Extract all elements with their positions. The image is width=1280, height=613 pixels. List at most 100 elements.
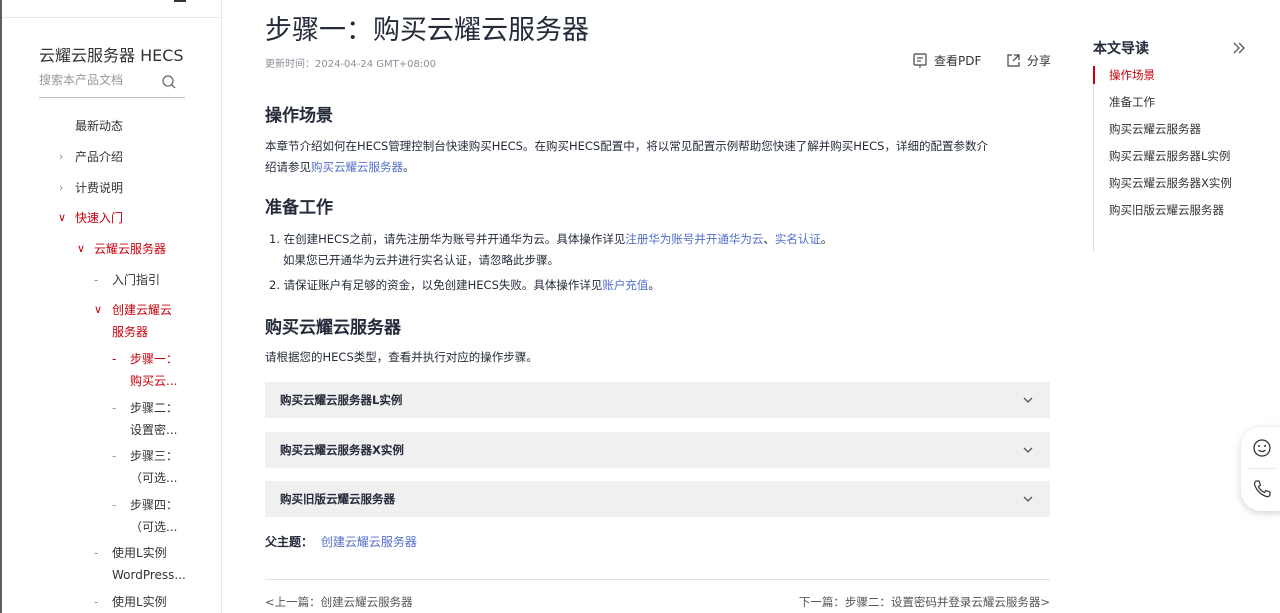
sidebar-item-label: 使用L实例 [112, 595, 167, 609]
sidebar-item-label: 步骤一： [130, 352, 179, 366]
sidebar-item-label: 入门指引 [112, 273, 161, 287]
dash-marker: - [94, 273, 99, 287]
link-real-name[interactable]: 实名认证 [775, 232, 821, 246]
next-article-link[interactable]: 下一篇：步骤二：设置密码并登录云耀云服务器> [799, 594, 1050, 610]
sidebar-item-label: 步骤三： [130, 449, 179, 463]
toc-item-buy[interactable]: 购买云耀云服务器 [1109, 121, 1201, 137]
toc-active-indicator [1093, 66, 1095, 84]
accordion-x-instance[interactable]: 购买云耀云服务器X实例 [265, 432, 1050, 468]
toc-title: 本文导读 [1093, 41, 1149, 57]
section-heading-buy: 购买云耀云服务器 [265, 318, 401, 338]
sidebar-item-product-intro[interactable]: › 产品介绍 [59, 146, 124, 168]
sidebar-item-guide[interactable]: - 入门指引 [94, 269, 161, 291]
prep-item-2: 2. 请保证账户有足够的资金，以免创建HECS失败。具体操作详见账户充值。 [269, 275, 660, 296]
sidebar-item-label-line2: 服务器 [112, 325, 149, 339]
link-recharge[interactable]: 账户充值 [602, 278, 648, 292]
chevron-down-icon: ∨ [94, 303, 103, 316]
share-button[interactable]: 分享 [1005, 52, 1051, 69]
toc-item-buy-legacy[interactable]: 购买旧版云耀云服务器 [1109, 202, 1224, 218]
sidebar-item-billing[interactable]: › 计费说明 [59, 177, 124, 199]
chevron-right-icon: › [59, 181, 64, 194]
text: 。 [403, 160, 415, 174]
sidebar-collapse-handle[interactable] [174, 0, 186, 2]
dash-marker: - [112, 498, 117, 512]
view-pdf-label: 查看PDF [934, 54, 982, 68]
sidebar-item-label: 快速入门 [75, 211, 124, 225]
divider [1249, 468, 1275, 469]
scenario-text-line1: 本章节介绍如何在HECS管理控制台快速购买HECS。在购买HECS配置中，将以常… [265, 139, 988, 153]
sidebar: 云耀云服务器 HECS 最新动态 › 产品介绍 › 计费说明 ∨ 快速入门 ∨ … [2, 0, 222, 613]
sidebar-item-label-line2: （可选... [130, 471, 178, 485]
text: 、 [763, 232, 775, 246]
sidebar-item-label: 步骤二： [130, 401, 179, 415]
main-content: 步骤一：购买云耀云服务器 更新时间：2024-04-24 GMT+08:00 查… [265, 0, 1051, 613]
sidebar-item-step1[interactable]: - 步骤一： 购买云... [112, 348, 179, 392]
accordion-label: 购买云耀云服务器L实例 [280, 393, 403, 407]
share-label: 分享 [1027, 54, 1052, 68]
sidebar-item-l-instance[interactable]: - 使用L实例 [94, 591, 167, 613]
floating-toolbar [1241, 427, 1280, 511]
chevron-down-icon [1022, 382, 1034, 432]
prev-article-link[interactable]: <上一篇：创建云耀云服务器 [265, 594, 413, 610]
divider [265, 579, 1050, 580]
accordion-label: 购买旧版云耀云服务器 [280, 492, 395, 506]
sidebar-item-wordpress[interactable]: - 使用L实例 WordPress... [94, 542, 186, 586]
accordion-label: 购买云耀云服务器X实例 [280, 443, 404, 457]
double-chevron-right-icon[interactable] [1231, 40, 1247, 56]
dash-marker: - [94, 546, 99, 560]
sidebar-item-hecs[interactable]: ∨ 云耀云服务器 [77, 238, 166, 260]
prep-item-1-line1: 1. 在创建HECS之前，请先注册华为账号并开通华为云。具体操作详见注册华为账号… [269, 229, 832, 250]
accordion-legacy[interactable]: 购买旧版云耀云服务器 [265, 481, 1050, 517]
toc-item-buy-x[interactable]: 购买云耀云服务器X实例 [1109, 175, 1232, 191]
sidebar-item-label: 计费说明 [75, 181, 124, 195]
toc-item-buy-l[interactable]: 购买云耀云服务器L实例 [1109, 148, 1230, 164]
sidebar-item-label-line2: 设置密... [130, 423, 178, 437]
chevron-right-icon: › [59, 150, 64, 163]
chevron-down-icon [1022, 432, 1034, 482]
update-time: 更新时间：2024-04-24 GMT+08:00 [265, 59, 436, 70]
sidebar-item-label-line2: （可选... [130, 520, 178, 534]
toc-track [1093, 66, 1094, 252]
sidebar-item-step3[interactable]: - 步骤三： （可选... [112, 445, 179, 489]
sidebar-item-label-line2: 购买云... [130, 374, 178, 388]
sidebar-item-step2[interactable]: - 步骤二： 设置密... [112, 397, 179, 441]
phone-icon[interactable] [1251, 478, 1273, 500]
view-pdf-button[interactable]: 查看PDF [912, 52, 981, 69]
divider [2, 17, 221, 18]
sidebar-item-step4[interactable]: - 步骤四： （可选... [112, 494, 178, 538]
toc-item-scenario[interactable]: 操作场景 [1109, 67, 1155, 83]
link-buy-hecs[interactable]: 购买云耀云服务器 [311, 160, 403, 174]
link-register[interactable]: 注册华为账号并开通华为云 [625, 232, 763, 246]
feedback-smile-icon[interactable] [1251, 437, 1273, 459]
toc-item-prep[interactable]: 准备工作 [1109, 94, 1155, 110]
sidebar-item-label: 创建云耀云 [112, 303, 173, 317]
sidebar-item-label-line2: WordPress... [112, 568, 186, 582]
product-title: 云耀云服务器 HECS [39, 46, 184, 65]
search-box[interactable] [39, 70, 185, 98]
search-input[interactable] [39, 73, 149, 87]
text: 1. 在创建HECS之前，请先注册华为账号并开通华为云。具体操作详见 [269, 232, 626, 246]
chevron-down-icon: ∨ [58, 211, 67, 224]
prep-item-1: 1. 在创建HECS之前，请先注册华为账号并开通华为云。具体操作详见注册华为账号… [269, 229, 832, 271]
chevron-down-icon: ∨ [77, 242, 86, 255]
text: 。 [820, 232, 833, 246]
sidebar-item-create-hecs[interactable]: ∨ 创建云耀云 服务器 [94, 299, 173, 343]
search-icon[interactable] [161, 74, 177, 90]
sidebar-item-label: 使用L实例 [112, 546, 167, 560]
parent-topic-link[interactable]: 创建云耀云服务器 [321, 535, 417, 549]
sidebar-item-quick-start[interactable]: ∨ 快速入门 [58, 207, 124, 229]
page-title: 步骤一：购买云耀云服务器 [265, 15, 589, 46]
sidebar-item-label: 最新动态 [75, 119, 124, 133]
sidebar-item-label: 产品介绍 [75, 150, 124, 164]
parent-topic: 父主题： 创建云耀云服务器 [265, 533, 417, 550]
text: 2. 请保证账户有足够的资金，以免创建HECS失败。具体操作详见 [269, 278, 603, 292]
accordion-l-instance[interactable]: 购买云耀云服务器L实例 [265, 382, 1050, 418]
sidebar-item-news[interactable]: 最新动态 [75, 115, 123, 137]
share-icon [1007, 54, 1020, 67]
dash-marker: - [112, 352, 117, 366]
pdf-icon [913, 53, 927, 68]
text: 绍请参见 [265, 160, 311, 174]
parent-topic-label: 父主题： [265, 535, 314, 549]
prep-item-1-line2: 如果您已开通华为云并进行实名认证，请忽略此步骤。 [283, 253, 559, 267]
scenario-text-line2: 绍请参见购买云耀云服务器。 [265, 157, 988, 178]
